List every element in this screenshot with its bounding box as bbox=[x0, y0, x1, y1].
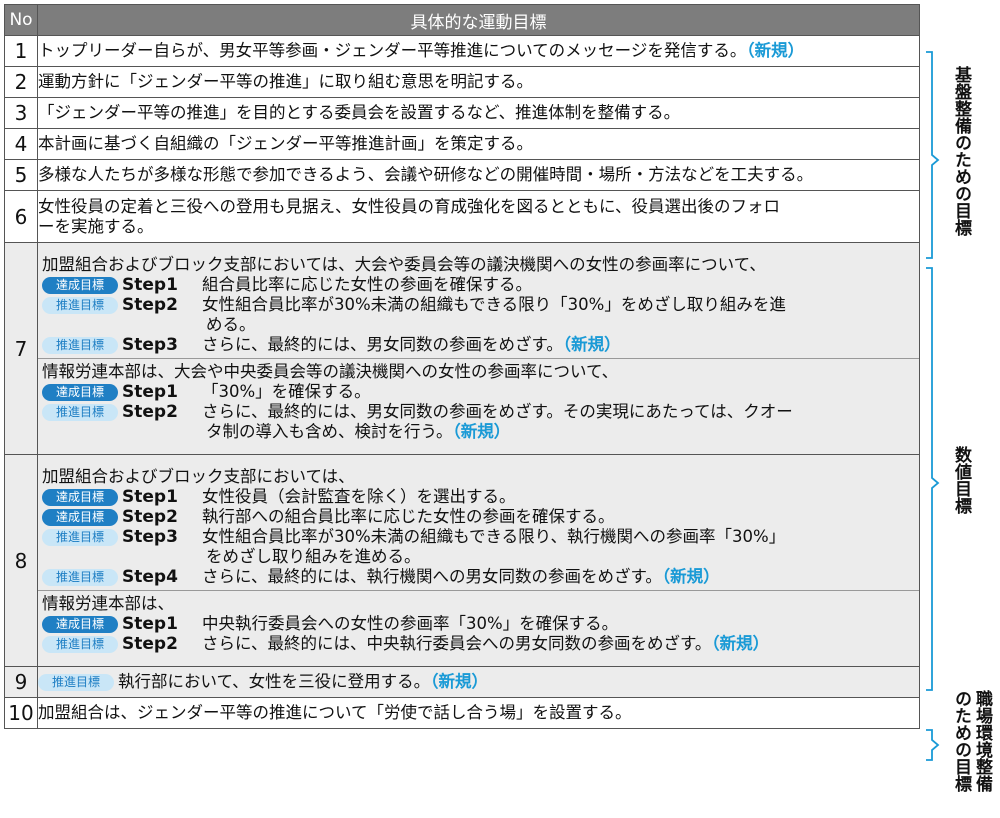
brace-numeric bbox=[926, 267, 940, 691]
row-text: 本計画に基づく自組織の「ジェンダー平等推進計画」を策定する。 bbox=[37, 128, 920, 160]
intro-text: 情報労連本部は、 bbox=[42, 594, 174, 613]
row-no: 3 bbox=[4, 97, 38, 129]
category-workplace-1: 職場環境整備 bbox=[972, 690, 992, 792]
step-label: Step3 bbox=[122, 335, 178, 355]
step-label: Step3 bbox=[122, 527, 178, 547]
step-text: さらに、最終的には、中央執行委員会への男女同数の参画をめざす。 bbox=[202, 634, 712, 653]
row-text-body: 執行部において、女性を三役に登用する。 bbox=[118, 672, 431, 691]
promote-badge: 推進目標 bbox=[42, 337, 118, 354]
row-text-line: ーを実施する。 bbox=[38, 216, 154, 236]
row-no: 6 bbox=[4, 190, 38, 243]
row-no: 10 bbox=[4, 697, 38, 729]
step-label: Step2 bbox=[122, 507, 178, 527]
promote-badge: 推進目標 bbox=[42, 569, 118, 586]
row-text: 加盟組合およびブロック支部においては、大会や委員会等の議決機関への女性の参画率に… bbox=[37, 242, 920, 455]
achieve-badge: 達成目標 bbox=[42, 509, 118, 526]
category-numeric: 数値目標 bbox=[951, 446, 971, 514]
row-text: 加盟組合は、ジェンダー平等の推進について「労使で話し合う場」を設置する。 bbox=[37, 697, 920, 729]
new-tag: （新規） bbox=[562, 335, 621, 354]
brace-base bbox=[926, 51, 940, 259]
table-row: 4 本計画に基づく自組織の「ジェンダー平等推進計画」を策定する。 bbox=[4, 128, 920, 160]
category-braces bbox=[926, 51, 940, 761]
new-tag: （新規） bbox=[452, 422, 511, 441]
new-tag: （新規） bbox=[711, 634, 770, 653]
step-text: 「30%」を確保する。 bbox=[202, 382, 371, 401]
intro-text: 加盟組合およびブロック支部においては、 bbox=[42, 467, 355, 486]
table-row: 6 女性役員の定着と三役への登用も見据え、女性役員の育成強化を図るとともに、役員… bbox=[4, 190, 920, 243]
row-text-line: 女性役員の定着と三役への登用も見据え、女性役員の育成強化を図るとともに、役員選出… bbox=[38, 196, 781, 216]
new-tag: （新規） bbox=[746, 41, 805, 60]
row-text: 運動方針に「ジェンダー平等の推進」に取り組む意思を明記する。 bbox=[37, 66, 920, 98]
step-text: 女性組合員比率が30%未満の組織もできる限り「30%」をめざし取り組みを進 bbox=[202, 295, 786, 314]
table-row: 7 加盟組合およびブロック支部においては、大会や委員会等の議決機関への女性の参画… bbox=[4, 242, 920, 455]
row-text: 女性役員の定着と三役への登用も見据え、女性役員の育成強化を図るとともに、役員選出… bbox=[37, 190, 920, 243]
step-text: さらに、最終的には、男女同数の参画をめざす。 bbox=[202, 335, 563, 354]
intro-text: 加盟組合およびブロック支部においては、大会や委員会等の議決機関への女性の参画率に… bbox=[42, 255, 766, 274]
row-text: 多様な人たちが多様な形態で参加できるよう、会議や研修などの開催時間・場所・方法な… bbox=[37, 159, 920, 191]
step-text: 女性役員（会計監査を除く）を選出する。 bbox=[202, 487, 516, 506]
row-no: 1 bbox=[4, 35, 38, 67]
step-text: さらに、最終的には、執行機関への男女同数の参画をめざす。 bbox=[202, 567, 662, 586]
promote-badge: 推進目標 bbox=[42, 297, 118, 314]
step-text: をめざし取り組みを進める。 bbox=[206, 547, 421, 566]
new-tag: （新規） bbox=[661, 567, 720, 586]
step-label: Step2 bbox=[122, 295, 178, 315]
new-tag: （新規） bbox=[430, 672, 488, 691]
step-label: Step2 bbox=[122, 634, 178, 654]
promote-badge: 推進目標 bbox=[42, 529, 118, 546]
category-base: 基盤整備のための目標 bbox=[951, 66, 971, 236]
achieve-badge: 達成目標 bbox=[42, 616, 118, 633]
step-text: タ制の導入も含め、検討を行う。 bbox=[206, 422, 453, 441]
sub-block-hq: 情報労連本部は、 達成目標 Step1 中央執行委員会への女性の参画率「30%」を確… bbox=[38, 590, 919, 657]
table-row: 1 トップリーダー自らが、男女平等参画・ジェンダー平等推進についてのメッセージを… bbox=[4, 35, 920, 67]
step-text: 中央執行委員会への女性の参画率「30%」を確保する。 bbox=[202, 614, 619, 633]
sub-block-hq: 情報労連本部は、大会や中央委員会等の議決機関への女性の参画率について、 達成目標… bbox=[38, 358, 919, 445]
step-text: さらに、最終的には、男女同数の参画をめざす。その実現にあたっては、クオー bbox=[202, 402, 793, 421]
promote-badge: 推進目標 bbox=[42, 636, 118, 653]
step-text: 執行部への組合員比率に応じた女性の参画を確保する。 bbox=[202, 507, 615, 526]
header-row: No 具体的な運動目標 bbox=[4, 4, 920, 36]
row-no: 4 bbox=[4, 128, 38, 160]
row-no: 5 bbox=[4, 159, 38, 191]
table-row: 5 多様な人たちが多様な形態で参加できるよう、会議や研修などの開催時間・場所・方… bbox=[4, 159, 920, 191]
row-text: トップリーダー自らが、男女平等参画・ジェンダー平等推進についてのメッセージを発信… bbox=[37, 35, 920, 67]
row-no: 8 bbox=[4, 454, 38, 667]
achieve-badge: 達成目標 bbox=[42, 384, 118, 401]
intro-text: 情報労連本部は、大会や中央委員会等の議決機関への女性の参画率について、 bbox=[42, 362, 619, 381]
step-label: Step1 bbox=[122, 614, 178, 634]
achieve-badge: 達成目標 bbox=[42, 277, 118, 294]
row-text: 加盟組合およびブロック支部においては、 達成目標 Step1 女性役員（会計監査を除… bbox=[37, 454, 920, 667]
step-text: 女性組合員比率が30%未満の組織もできる限り、執行機関への参画率「30%」 bbox=[202, 527, 786, 546]
promote-badge: 推進目標 bbox=[42, 404, 118, 421]
step-label: Step1 bbox=[122, 275, 178, 295]
table-row: 9 推進目標 執行部において、女性を三役に登用する。（新規） bbox=[4, 666, 920, 698]
step-label: Step4 bbox=[122, 567, 178, 587]
row-text: 推進目標 執行部において、女性を三役に登用する。（新規） bbox=[37, 666, 920, 698]
sub-block-local: 加盟組合およびブロック支部においては、 達成目標 Step1 女性役員（会計監査を除… bbox=[38, 464, 919, 590]
step-text: める。 bbox=[206, 315, 256, 334]
row-no: 9 bbox=[4, 666, 38, 698]
step-label: Step2 bbox=[122, 402, 178, 422]
step-label: Step1 bbox=[122, 487, 178, 507]
sub-block-local: 加盟組合およびブロック支部においては、大会や委員会等の議決機関への女性の参画率に… bbox=[38, 252, 919, 358]
table-row: 2 運動方針に「ジェンダー平等の推進」に取り組む意思を明記する。 bbox=[4, 66, 920, 98]
table-row: 3 「ジェンダー平等の推進」を目的とする委員会を設置するなど、推進体制を整備する… bbox=[4, 97, 920, 129]
table-row: 8 加盟組合およびブロック支部においては、 達成目標 Step1 女性役員（会計監査… bbox=[4, 454, 920, 667]
step-label: Step1 bbox=[122, 382, 178, 402]
row-text-body: トップリーダー自らが、男女平等参画・ジェンダー平等推進についてのメッセージを発信… bbox=[38, 41, 747, 60]
table-row: 10 加盟組合は、ジェンダー平等の推進について「労使で話し合う場」を設置する。 bbox=[4, 697, 920, 729]
promote-badge: 推進目標 bbox=[38, 674, 114, 691]
achieve-badge: 達成目標 bbox=[42, 489, 118, 506]
header-title: 具体的な運動目標 bbox=[37, 4, 920, 36]
category-workplace-2: のための目標 bbox=[951, 690, 971, 792]
row-text: 「ジェンダー平等の推進」を目的とする委員会を設置するなど、推進体制を整備する。 bbox=[37, 97, 920, 129]
goals-table: No 具体的な運動目標 1 トップリーダー自らが、男女平等参画・ジェンダー平等推… bbox=[4, 4, 920, 729]
row-no: 2 bbox=[4, 66, 38, 98]
brace-workplace bbox=[926, 729, 940, 761]
header-no: No bbox=[4, 4, 38, 36]
row-no: 7 bbox=[4, 242, 38, 455]
step-text: 組合員比率に応じた女性の参画を確保する。 bbox=[202, 275, 532, 294]
